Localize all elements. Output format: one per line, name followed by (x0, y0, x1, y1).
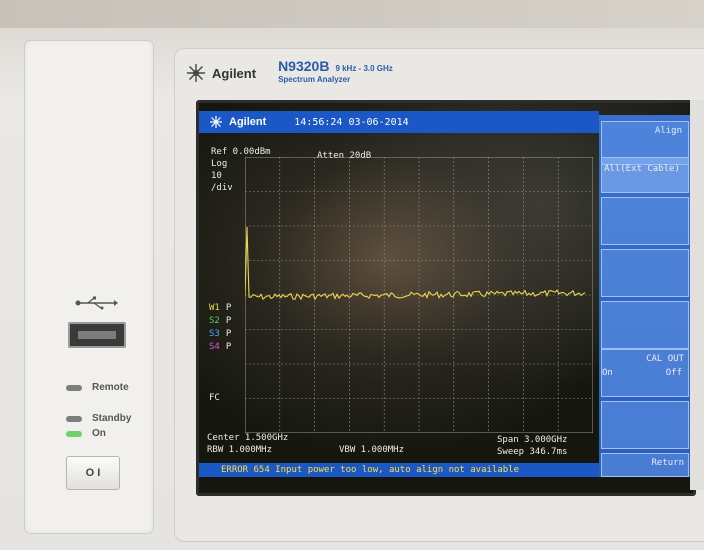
trace-flag-mode: P (225, 342, 232, 352)
standby-label: Standby (92, 413, 132, 424)
center-frequency: Center 1.500GHz (207, 433, 289, 443)
top-strip (0, 0, 704, 28)
remote-label: Remote (92, 382, 129, 393)
frequency-range: 9 kHz - 3.0 GHz (335, 64, 393, 73)
analyzer-screen: Agilent 14:56:24 03-06-2014 Ref 0.00dBm … (196, 100, 696, 496)
trace-flag-label: S4 (209, 342, 220, 352)
model-description: Spectrum Analyzer (278, 75, 351, 84)
scale-type: Log (211, 159, 228, 169)
spectrum-trace (245, 226, 586, 301)
brand-row: Agilent N9320B 9 kHz - 3.0 GHz Spectrum … (186, 56, 686, 90)
brand-name: Agilent (212, 65, 257, 81)
trace-flag-mode: P (225, 303, 232, 313)
trace-flag-s3: S3 P (209, 329, 231, 339)
softkey-panel: Align All(Ext Cable) CAL OUT On Off Retu… (599, 115, 693, 477)
trace-flag-label: W1 (209, 303, 220, 313)
on-led (66, 430, 82, 437)
trace-flag-w1: W1 P (209, 303, 231, 313)
bezel-right-edge (690, 100, 704, 490)
screen-datetime: 14:56:24 03-06-2014 (294, 116, 409, 128)
on-label: On (92, 428, 106, 439)
cal-on-option: On (602, 368, 613, 378)
model-number: N9320B (278, 58, 330, 74)
usb-port-slot (78, 331, 116, 339)
softkey-7[interactable] (601, 401, 689, 449)
scale-unit: /div (211, 183, 233, 193)
softkey-3[interactable] (601, 197, 689, 245)
trace-flag-s2: S2 P (209, 316, 231, 326)
remote-led (66, 384, 82, 391)
standby-indicator: Standby (66, 413, 131, 424)
trace-flag-mode: P (225, 316, 232, 326)
trace-flag-mode: P (225, 329, 232, 339)
spectrum-graticule (245, 157, 593, 433)
softkey-return[interactable]: Return (601, 453, 689, 477)
screen-brand: Agilent (229, 116, 267, 128)
vbw: VBW 1.000MHz (339, 445, 405, 455)
trace-flag-label: S2 (209, 316, 220, 326)
agilent-spark-icon (186, 63, 206, 83)
scale-value: 10 (211, 171, 222, 181)
power-label: O I (85, 467, 101, 479)
usb-icon (75, 296, 118, 310)
usb-port[interactable] (68, 322, 126, 348)
cal-off-option: Off (665, 368, 682, 378)
ref-level: Ref 0.00dBm (211, 147, 271, 157)
on-indicator: On (66, 428, 106, 439)
trace-flag-s4: S4 P (209, 342, 231, 352)
standby-led (66, 415, 82, 422)
coupling-indicator: FC (209, 393, 220, 403)
sweep-time: Sweep 346.7ms (497, 447, 568, 457)
span: Span 3.000GHz (497, 435, 568, 445)
remote-indicator: Remote (66, 382, 129, 393)
softkey-4[interactable] (601, 249, 689, 297)
model-block: N9320B 9 kHz - 3.0 GHz Spectrum Analyzer (278, 58, 393, 85)
screen-header-bar: Agilent 14:56:24 03-06-2014 (199, 111, 599, 133)
error-message: ERROR 654 Input power too low, auto alig… (199, 463, 599, 477)
trace-flag-label: S3 (209, 329, 220, 339)
cal-out-label: CAL OUT (646, 354, 684, 364)
softkey-cal-out[interactable]: CAL OUT On Off (601, 349, 689, 397)
softkey-all-ext-cable[interactable]: All(Ext Cable) (601, 157, 689, 193)
rbw: RBW 1.000MHz (207, 445, 273, 455)
agilent-spark-icon (210, 116, 222, 128)
power-button[interactable]: O I (66, 456, 120, 490)
softkey-5[interactable] (601, 301, 689, 349)
